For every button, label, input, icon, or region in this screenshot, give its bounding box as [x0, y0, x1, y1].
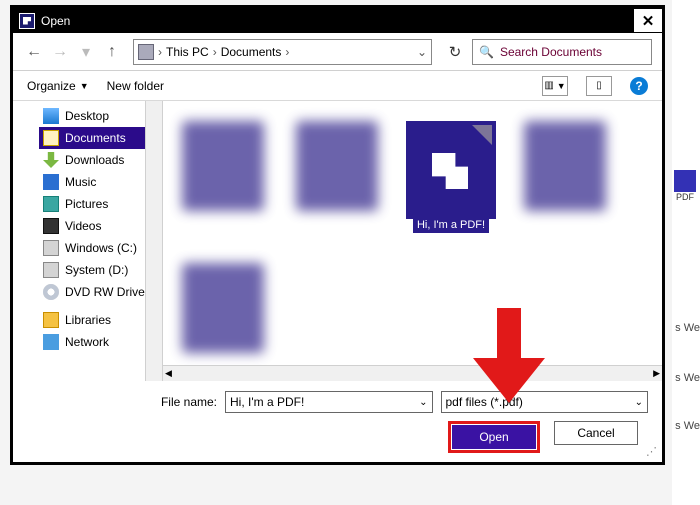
tree-item-pictures[interactable]: Pictures — [39, 193, 160, 215]
tree-item-label: Network — [65, 335, 109, 349]
filename-label: File name: — [27, 395, 217, 409]
tree-item-libraries[interactable]: Libraries — [39, 309, 160, 331]
tree-item-downloads[interactable]: Downloads — [39, 149, 160, 171]
cancel-button[interactable]: Cancel — [554, 421, 638, 445]
tree-item-desktop[interactable]: Desktop — [39, 105, 160, 127]
back-button[interactable]: ← — [23, 39, 45, 65]
tree-item-label: System (D:) — [65, 263, 128, 277]
help-icon[interactable]: ? — [630, 77, 648, 95]
tree-item-documents[interactable]: Documents — [39, 127, 160, 149]
up-button[interactable]: ↑ — [101, 39, 123, 65]
file-item[interactable] — [287, 121, 387, 233]
tree-item-system-d-[interactable]: System (D:) — [39, 259, 160, 281]
annotation-highlight: Open — [448, 421, 540, 453]
tree-item-label: Desktop — [65, 109, 109, 123]
file-item-selected[interactable]: Hi, I'm a PDF! — [401, 121, 501, 233]
background-text: s We — [675, 420, 700, 432]
scroll-up-button[interactable]: ▲ — [146, 101, 162, 117]
background-text: s We — [675, 322, 700, 334]
search-placeholder: Search Documents — [500, 45, 602, 59]
background-pdf-icon: PDF — [673, 170, 697, 220]
tree-item-dvd-rw-drive[interactable]: DVD RW Drive — [39, 281, 160, 303]
folder-icon — [43, 152, 59, 168]
tree-item-label: Downloads — [65, 153, 124, 167]
refresh-button[interactable]: ↻ — [442, 39, 468, 65]
close-button[interactable]: ✕ — [634, 9, 662, 32]
view-mode-button[interactable]: ▥▼ — [542, 76, 568, 96]
file-item[interactable] — [515, 121, 615, 233]
tree-item-network[interactable]: Network — [39, 331, 160, 353]
file-label: Hi, I'm a PDF! — [413, 217, 489, 233]
tree-item-label: DVD RW Drive — [65, 285, 145, 299]
file-list[interactable]: Hi, I'm a PDF! ◀▶ — [163, 101, 662, 381]
tree-item-windows-c-[interactable]: Windows (C:) — [39, 237, 160, 259]
folder-icon — [43, 196, 59, 212]
folder-icon — [43, 262, 59, 278]
toolbar: Organize▼ New folder ▥▼ ▯ ? — [13, 71, 662, 101]
bottom-panel: File name: Hi, I'm a PDF!⌄ pdf files (*.… — [13, 381, 662, 453]
breadcrumb[interactable]: › This PC › Documents › ⌄ — [133, 39, 432, 65]
horizontal-scrollbar[interactable]: ◀▶ — [163, 365, 662, 381]
preview-pane-button[interactable]: ▯ — [586, 76, 612, 96]
chevron-right-icon: › — [158, 45, 162, 59]
folder-icon — [43, 108, 59, 124]
open-button[interactable]: Open — [452, 425, 536, 449]
title-bar: Open ✕ — [13, 8, 662, 33]
open-dialog: Open ✕ ← → ▾ ↑ › This PC › Documents › ⌄… — [10, 5, 665, 465]
folder-icon — [43, 240, 59, 256]
scroll-down-button[interactable]: ▼ — [146, 365, 162, 381]
folder-icon — [43, 130, 59, 146]
chevron-right-icon: › — [213, 45, 217, 59]
organize-menu[interactable]: Organize▼ — [27, 79, 89, 93]
folder-icon — [43, 174, 59, 190]
tree-item-videos[interactable]: Videos — [39, 215, 160, 237]
resize-grip[interactable]: ⋰ — [646, 445, 657, 458]
background-text: s We — [675, 372, 700, 384]
app-icon — [19, 13, 35, 29]
folder-tree: ▲ Desktop Documents Downloads Music Pictures… — [13, 101, 163, 381]
folder-icon — [43, 334, 59, 350]
tree-item-label: Music — [65, 175, 96, 189]
tree-item-label: Libraries — [65, 313, 111, 327]
file-item[interactable] — [173, 121, 273, 233]
file-item[interactable] — [173, 263, 273, 353]
tree-item-label: Windows (C:) — [65, 241, 137, 255]
pc-icon — [138, 44, 154, 60]
breadcrumb-seg[interactable]: This PC — [166, 45, 209, 59]
tree-item-label: Pictures — [65, 197, 108, 211]
folder-icon — [43, 218, 59, 234]
search-input[interactable]: Search Documents — [472, 39, 652, 65]
dialog-title: Open — [41, 14, 70, 28]
tree-item-label: Documents — [65, 131, 126, 145]
folder-icon — [43, 312, 59, 328]
filename-input[interactable]: Hi, I'm a PDF!⌄ — [225, 391, 433, 413]
content-area: ▲ Desktop Documents Downloads Music Pictures… — [13, 101, 662, 381]
tree-item-music[interactable]: Music — [39, 171, 160, 193]
new-folder-button[interactable]: New folder — [107, 79, 164, 93]
forward-button[interactable]: → — [49, 39, 71, 65]
tree-item-label: Videos — [65, 219, 101, 233]
folder-icon — [43, 284, 59, 300]
breadcrumb-seg[interactable]: Documents — [221, 45, 282, 59]
recent-dropdown[interactable]: ▾ — [75, 39, 97, 65]
search-icon — [479, 45, 494, 59]
filetype-dropdown[interactable]: pdf files (*.pdf)⌄ — [441, 391, 649, 413]
chevron-right-icon: › — [285, 45, 289, 59]
nav-bar: ← → ▾ ↑ › This PC › Documents › ⌄ ↻ Sear… — [13, 33, 662, 71]
breadcrumb-dropdown[interactable]: ⌄ — [417, 45, 427, 59]
